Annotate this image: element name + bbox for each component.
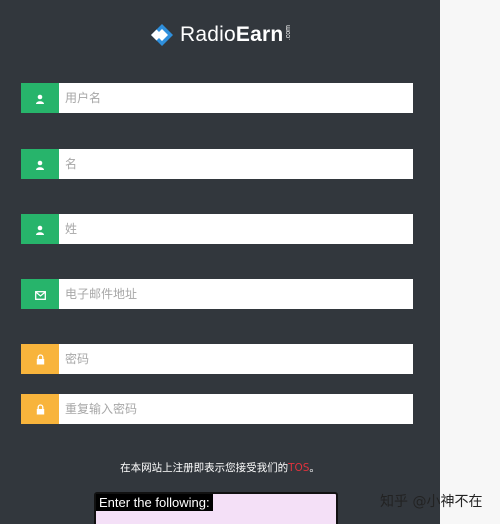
user-icon xyxy=(35,155,45,174)
user-icon xyxy=(35,220,45,239)
first-name-row xyxy=(21,149,413,179)
user-icon xyxy=(35,89,45,108)
password-confirm-input[interactable] xyxy=(59,394,413,424)
username-addon xyxy=(21,83,59,113)
tos-suffix: 。 xyxy=(309,462,320,474)
tos-prefix: 在本网站上注册即表示您接受我们的 xyxy=(120,462,289,474)
captcha-box: Enter the following: xyxy=(94,492,338,524)
tos-notice: 在本网站上注册即表示您接受我们的TOS。 xyxy=(0,460,440,475)
password-row xyxy=(21,344,413,374)
brand-suffix: .com xyxy=(285,25,293,41)
password-confirm-row xyxy=(21,394,413,424)
radioearn-logo-icon xyxy=(150,23,174,47)
brand-logo: RadioEarn .com xyxy=(150,22,292,48)
registration-panel: RadioEarn .com 用户名 名 姓 电子邮件地址 在本网站上注册即表示… xyxy=(0,0,440,524)
watermark: 知乎 @小神不在 xyxy=(380,494,483,510)
password-confirm-addon xyxy=(21,394,59,424)
username-input[interactable] xyxy=(59,83,413,113)
first-name-input[interactable] xyxy=(59,149,413,179)
brand-name-bold: Earn xyxy=(235,23,284,46)
password-addon xyxy=(21,344,59,374)
last-name-row xyxy=(21,214,413,244)
email-addon xyxy=(21,279,59,309)
last-name-addon xyxy=(21,214,59,244)
captcha-label: Enter the following: xyxy=(96,494,213,511)
password-input[interactable] xyxy=(59,344,413,374)
first-name-addon xyxy=(21,149,59,179)
envelope-icon xyxy=(34,285,46,304)
email-row xyxy=(21,279,413,309)
brand-name: RadioEarn xyxy=(180,23,283,47)
tos-link[interactable]: TOS xyxy=(288,462,309,474)
lock-icon xyxy=(36,400,45,419)
brand-name-regular: Radio xyxy=(180,23,236,46)
username-row xyxy=(21,83,413,113)
lock-icon xyxy=(36,350,45,369)
page-background xyxy=(440,0,500,524)
last-name-input[interactable] xyxy=(59,214,413,244)
email-input[interactable] xyxy=(59,279,413,309)
